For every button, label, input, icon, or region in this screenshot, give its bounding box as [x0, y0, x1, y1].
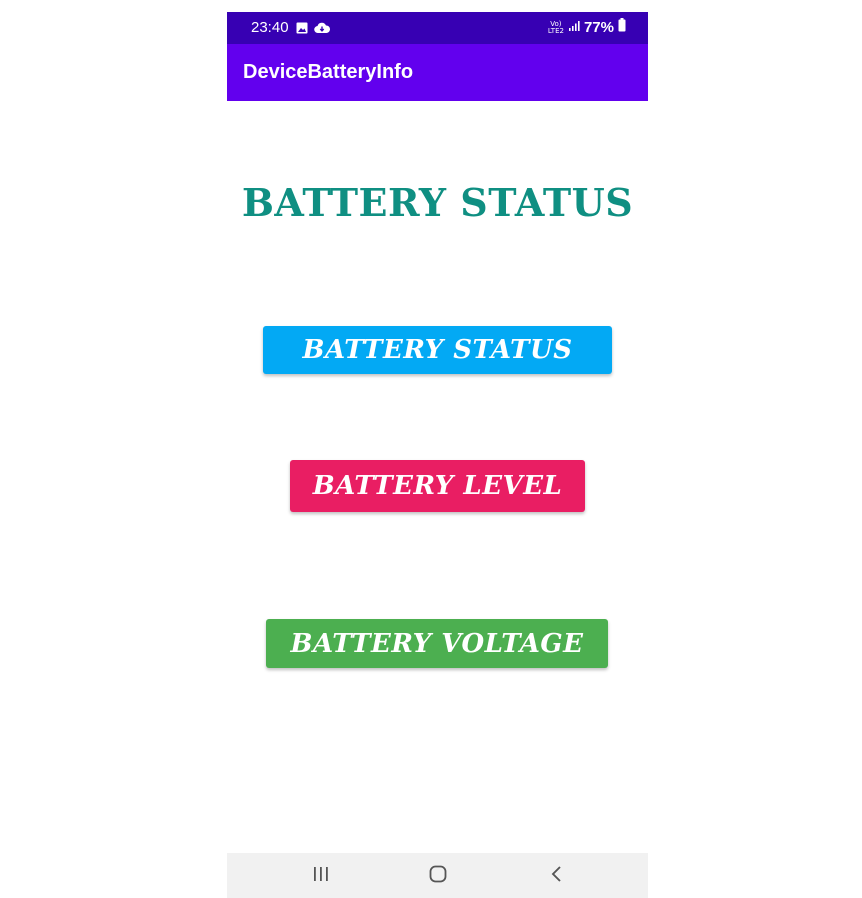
signal-icon — [568, 19, 580, 37]
status-icons-right: Vo) LTE2 77% — [548, 18, 626, 37]
status-time: 23:40 — [251, 19, 289, 36]
battery-status-button[interactable]: BATTERY STATUS — [263, 326, 612, 374]
network-type-label: Vo) LTE2 — [547, 19, 564, 35]
battery-voltage-button[interactable]: BATTERY VOLTAGE — [266, 619, 608, 668]
app-title: DeviceBatteryInfo — [243, 61, 414, 83]
status-bar: 23:40 Vo) LTE2 77% — [227, 12, 648, 44]
recents-icon — [312, 866, 330, 887]
status-icons-left — [296, 21, 331, 39]
navigation-bar — [227, 853, 648, 898]
phone-screen: 23:40 Vo) LTE2 77% DeviceBatteryInfo BAT… — [227, 12, 648, 898]
home-icon — [429, 865, 447, 888]
battery-icon — [618, 18, 626, 37]
image-icon — [296, 21, 308, 39]
battery-percent: 77% — [583, 19, 614, 36]
app-bar: DeviceBatteryInfo — [227, 44, 648, 101]
battery-level-button[interactable]: BATTERY LEVEL — [290, 460, 585, 512]
back-button[interactable] — [537, 861, 577, 891]
cloud-download-icon — [314, 21, 331, 39]
home-button[interactable] — [418, 861, 458, 891]
back-icon — [550, 865, 564, 888]
page-heading: BATTERY STATUS — [241, 180, 634, 225]
recents-button[interactable] — [301, 861, 341, 891]
